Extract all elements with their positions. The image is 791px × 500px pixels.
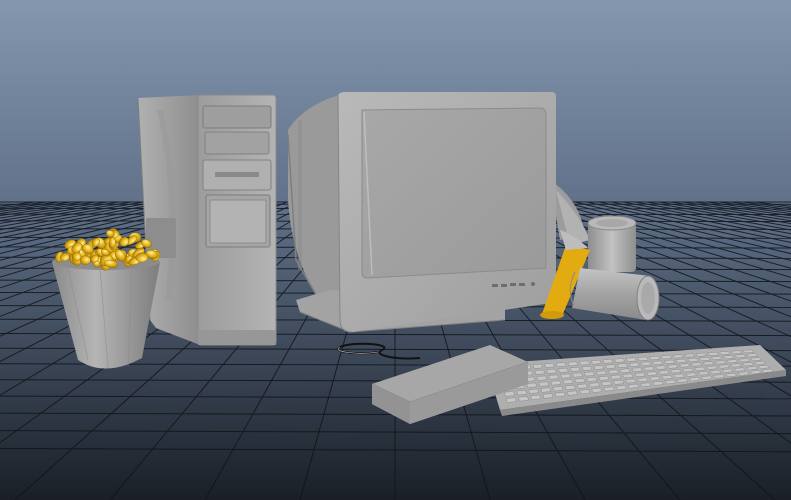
- computer-tower: [137, 94, 277, 346]
- scene-render: [0, 0, 791, 500]
- 3d-viewport[interactable]: [0, 0, 791, 500]
- crt-monitor: [287, 92, 585, 333]
